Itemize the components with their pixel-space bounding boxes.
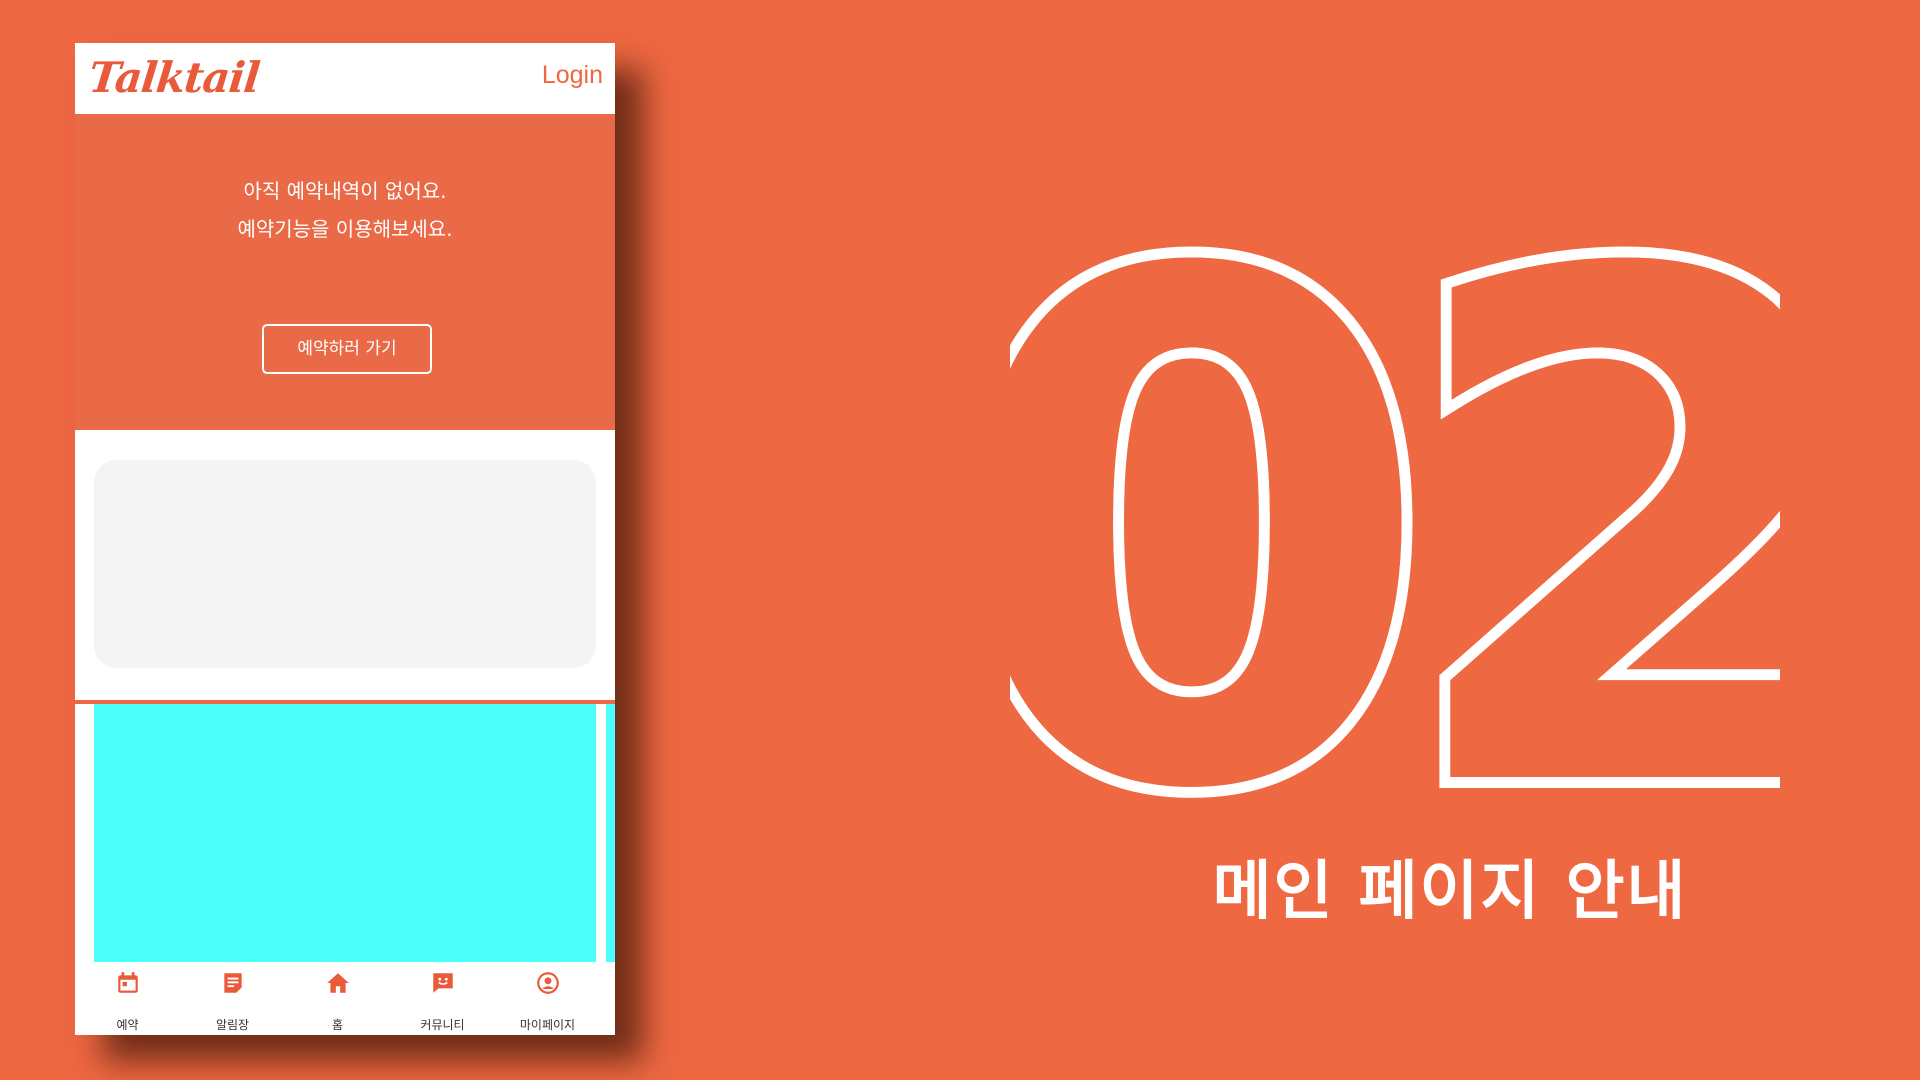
empty-message: 아직 예약내역이 없어요. 예약기능을 이용해보세요. (75, 172, 615, 248)
section-number-fill: 02 (1010, 232, 1780, 832)
placeholder-card[interactable] (94, 460, 596, 668)
slide-title: 메인 페이지 안내 (1212, 855, 1688, 929)
go-reserve-button[interactable]: 예약하러 가기 (262, 324, 432, 374)
banner-slide[interactable] (94, 704, 596, 962)
tab-label: 예약 (116, 1018, 139, 1032)
section-number: 02 02 (1010, 232, 1780, 832)
calendar-icon (117, 972, 138, 993)
reservation-empty-panel: 아직 예약내역이 없어요. 예약기능을 이용해보세요. 예약하러 가기 (75, 114, 615, 430)
chat-icon (432, 973, 453, 993)
banner-next-slide[interactable] (606, 704, 615, 962)
empty-message-line1: 아직 예약내역이 없어요. (243, 179, 447, 203)
tab-community[interactable]: 커뮤니티 (390, 964, 495, 1035)
login-link[interactable]: Login (542, 61, 603, 90)
note-icon (223, 973, 242, 993)
tab-label: 알림장 (215, 1018, 250, 1032)
profile-icon (536, 972, 559, 994)
app-logo[interactable]: Talktail (86, 53, 261, 102)
tab-reservation[interactable]: 예약 (75, 964, 180, 1035)
tab-home[interactable]: 홈 (285, 964, 390, 1035)
tab-label: 마이페이지 (519, 1018, 576, 1032)
phone-mockup: Talktail Login 아직 예약내역이 없어요. 예약기능을 이용해보세… (75, 43, 615, 1035)
tab-mypage[interactable]: 마이페이지 (495, 964, 600, 1035)
bottom-tab-bar: 예약 알림장 홈 커뮤니티 마이페이지 (75, 964, 615, 1035)
home-icon (326, 973, 349, 993)
empty-message-line2: 예약기능을 이용해보세요. (237, 217, 453, 241)
banner-carousel[interactable] (75, 704, 615, 964)
tab-label: 커뮤니티 (420, 1018, 465, 1032)
card-section (75, 430, 615, 700)
tab-notebook[interactable]: 알림장 (180, 964, 285, 1035)
app-header: Talktail Login (75, 43, 615, 114)
tab-label: 홈 (331, 1018, 344, 1032)
